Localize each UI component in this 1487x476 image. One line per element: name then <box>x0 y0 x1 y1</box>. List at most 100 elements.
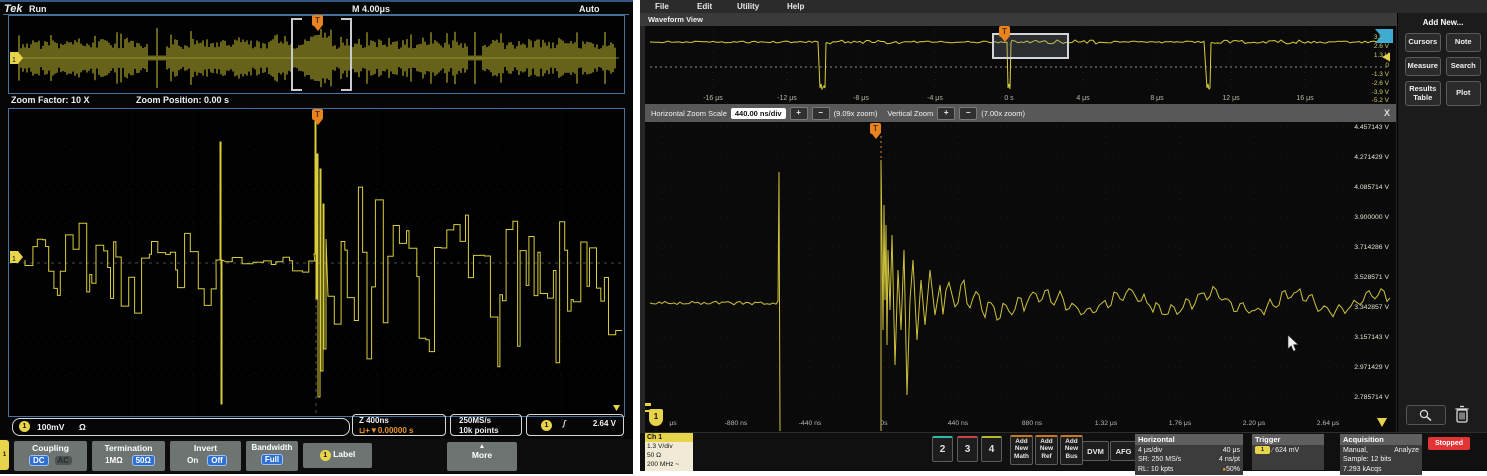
close-zoom-icon[interactable]: X <box>1384 108 1390 118</box>
afg-button[interactable]: AFG <box>1110 441 1137 461</box>
channel-1-marker-badge[interactable]: 1 <box>649 409 663 426</box>
h-window: 40 μs <box>1223 446 1240 455</box>
more-button-text: More <box>447 450 517 460</box>
record-length: 10k points <box>459 426 521 436</box>
trigger-position-marker[interactable]: T <box>312 15 323 26</box>
results-bar: Add New... Cursors Note Measure Search R… <box>1397 13 1487 432</box>
trigger-position-marker-zoom[interactable]: T <box>870 123 881 134</box>
search-button[interactable]: Search <box>1446 57 1482 76</box>
axis-tick-label: 3.714286 V <box>1354 244 1389 251</box>
axis-tick-label: 4.457143 V <box>1354 124 1389 131</box>
termination-1m-option[interactable]: 1MΩ <box>102 456 126 465</box>
trigger-mode-readout: Auto <box>579 4 600 14</box>
channel-1-termination: 50 Ω <box>647 452 691 461</box>
label-button[interactable]: 1 Label <box>303 443 372 468</box>
trigger-slope-icon: ∕ <box>1272 447 1273 454</box>
bandwidth-value[interactable]: Full <box>261 454 283 465</box>
stopped-button[interactable]: Stopped <box>1428 437 1470 450</box>
axis-tick-label: 2.64 μs <box>1317 420 1340 427</box>
trigger-source-badge: 1 <box>1255 446 1270 454</box>
dvm-button[interactable]: DVM <box>1082 441 1109 461</box>
axis-tick-label: 8 μs <box>1150 95 1164 102</box>
h-zoom-out-button[interactable]: − <box>812 107 830 120</box>
acq-analyze: Analyze <box>1394 446 1419 455</box>
zoom-window-bracket-right[interactable] <box>341 18 352 91</box>
coupling-ac-option[interactable]: AC <box>55 456 73 465</box>
axis-tick-label: 16 μs <box>1296 95 1314 102</box>
acquisition-readout: 250MS/s 10k points <box>450 414 522 436</box>
axis-tick-label: 3.157143 V <box>1354 334 1389 341</box>
axis-tick-label: 2.20 μs <box>1243 420 1266 427</box>
add-new-ref-button[interactable]: Add New Ref <box>1035 435 1058 465</box>
delay-value: 0.00000 s <box>378 426 414 435</box>
horizontal-panel[interactable]: Horizontal 4 μs/div40 μs SR: 250 MS/s4 n… <box>1135 434 1243 475</box>
menu-file[interactable]: File <box>655 2 669 11</box>
axis-tick-label: -16 μs <box>703 95 723 102</box>
more-button[interactable]: ▲ More <box>447 442 517 471</box>
channel-menu-tab: 1 <box>0 440 9 470</box>
horizontal-zoom-label: Horizontal Zoom Scale <box>651 109 727 118</box>
axis-tick-label: 1 <box>12 57 16 64</box>
edge-trigger-icon: ʃ <box>563 419 566 429</box>
channel-2-button[interactable]: 2 <box>932 436 953 462</box>
axis-tick-label: 440 ns <box>948 420 969 427</box>
trigger-position-marker-overview[interactable]: T <box>999 26 1010 37</box>
zoom-mode-button[interactable] <box>1406 405 1446 425</box>
trigger-panel-title: Trigger <box>1252 434 1324 445</box>
v-zoom-out-button[interactable]: − <box>959 107 977 120</box>
label-channel-badge: 1 <box>320 450 331 461</box>
menu-utility[interactable]: Utility <box>737 2 759 11</box>
axis-tick-label: -880 ns <box>725 420 748 427</box>
trigger-level: 624 mV <box>1275 447 1299 454</box>
h-sample-rate: SR: 250 MS/s <box>1138 455 1181 464</box>
channel-readout: 1 100mV Ω <box>12 418 350 436</box>
dual-oscilloscope-screenshot: Tek Run M 4.00μs Auto 1 T Zoom Factor: 1… <box>0 0 1487 476</box>
coupling-dc-option[interactable]: DC <box>29 455 49 466</box>
zoom-window-bracket-left[interactable] <box>291 18 302 91</box>
measure-button[interactable]: Measure <box>1405 57 1441 76</box>
channel-4-button[interactable]: 4 <box>981 436 1002 462</box>
zoomed-waveform-area: 1 <box>8 108 625 417</box>
invert-off-option[interactable]: Off <box>207 455 227 466</box>
note-button[interactable]: Note <box>1446 33 1482 52</box>
add-new-bus-button[interactable]: Add New Bus <box>1060 435 1083 465</box>
axis-tick-label: 0s <box>880 420 888 427</box>
trigger-panel[interactable]: Trigger 1 ∕ 624 mV <box>1252 434 1324 470</box>
overview-graticule: -16 μs-12 μs-8 μs-4 μs0 s4 μs8 μs12 μs16… <box>645 26 1396 104</box>
waveform-view-tab[interactable]: Waveform View <box>640 13 1397 26</box>
coupling-button[interactable]: Coupling DC AC <box>14 441 87 471</box>
v-zoom-in-button[interactable]: + <box>937 107 955 120</box>
h-resolution: 4 ns/pt <box>1219 455 1240 464</box>
termination-button[interactable]: Termination 1MΩ 50Ω <box>92 441 165 471</box>
results-table-button[interactable]: Results Table <box>1405 81 1441 106</box>
channel-3-button[interactable]: 3 <box>957 436 978 462</box>
channel-1-badge[interactable]: Ch 1 1.3 V/div 50 Ω 200 MHz ~ <box>645 433 693 471</box>
channel-badge: 1 <box>19 421 30 432</box>
invert-on-option[interactable]: On <box>184 456 201 465</box>
menu-help[interactable]: Help <box>787 2 804 11</box>
trash-button[interactable] <box>1452 403 1472 425</box>
axis-tick-label: 3.342857 V <box>1354 304 1389 311</box>
horizontal-zoom-scale-input[interactable]: 440.00 ns/div <box>731 108 786 119</box>
h-zoom-in-button[interactable]: + <box>790 107 808 120</box>
settings-bar: Ch 1 1.3 V/div 50 Ω 200 MHz ~ 2 3 4 Add … <box>640 432 1487 471</box>
trigger-level-marker <box>613 405 620 411</box>
acquisition-panel[interactable]: Acquisition Manual,Analyze Sample: 12 bi… <box>1340 434 1422 475</box>
termination-50-option[interactable]: 50Ω <box>132 455 155 466</box>
plot-button[interactable]: Plot <box>1446 81 1482 106</box>
menu-edit[interactable]: Edit <box>697 2 712 11</box>
zoom-toolbar: Horizontal Zoom Scale 440.00 ns/div + − … <box>645 104 1396 122</box>
trigger-position-marker-zoom[interactable]: T <box>312 109 323 120</box>
axis-tick-label: 4 μs <box>1076 95 1090 102</box>
bandwidth-button[interactable]: Bandwidth Full <box>246 441 298 471</box>
axis-tick-label: 1.32 μs <box>1095 420 1118 427</box>
invert-button[interactable]: Invert On Off <box>170 441 241 471</box>
add-new-math-button[interactable]: Add New Math <box>1010 435 1033 465</box>
zoom-timebase-readout: Z 400ns ⊔+▼0.00000 s <box>352 414 446 436</box>
axis-tick-label: 4.085714 V <box>1354 184 1389 191</box>
acquisition-status: Run <box>29 4 47 14</box>
axis-tick-label: -5.2 V <box>1372 97 1390 104</box>
axis-tick-label: 880 ns <box>1022 420 1043 427</box>
cursors-button[interactable]: Cursors <box>1405 33 1441 52</box>
acq-count: 7.293 kAcqs <box>1343 465 1419 474</box>
